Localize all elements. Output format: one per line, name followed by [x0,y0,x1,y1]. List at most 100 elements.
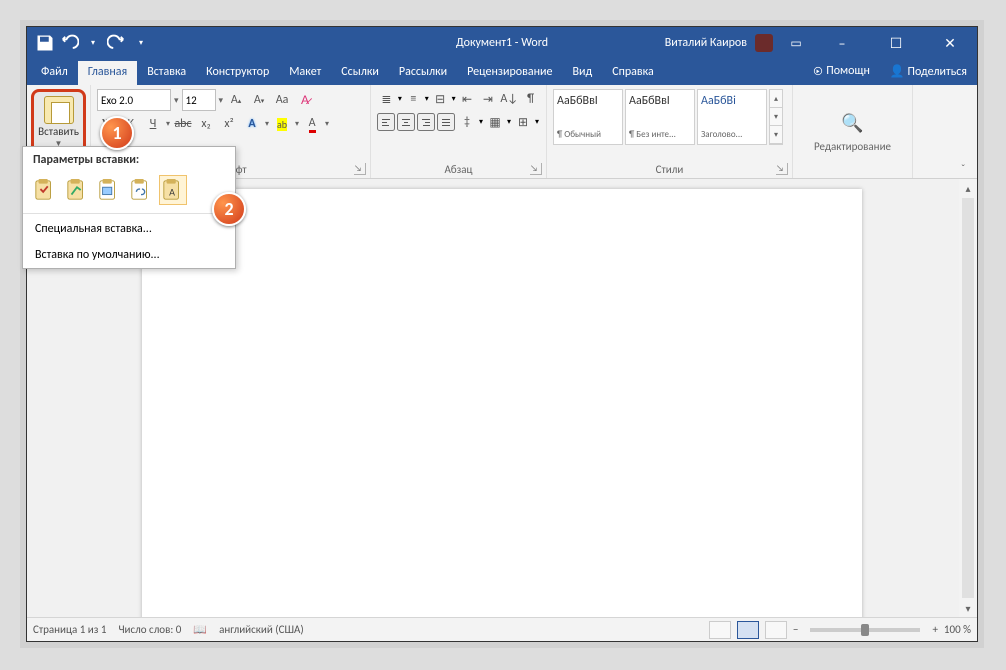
clear-format-button[interactable]: A̷ [295,90,315,110]
zoom-thumb[interactable] [861,624,869,636]
shading-button[interactable]: ▦ [485,112,505,132]
style-no-spacing[interactable]: АаБбВвІ ¶ Без инте... [625,89,695,145]
spellcheck-icon[interactable]: 📖 [193,623,207,636]
tab-references[interactable]: Ссылки [331,61,389,85]
read-mode-button[interactable] [709,621,731,639]
tab-design[interactable]: Конструктор [196,61,279,85]
tab-insert[interactable]: Вставка [137,61,196,85]
paste-merge-format-icon[interactable] [63,175,91,205]
tab-file[interactable]: Файл [31,61,78,85]
paragraph-group-label: Абзац [377,163,540,176]
styles-dialog-launcher[interactable]: ↘ [776,163,788,175]
font-size-input[interactable] [182,89,216,111]
editing-group-label: Редактирование [814,140,891,153]
font-dropdown-icon[interactable]: ▾ [174,95,179,106]
ribbon-tabs: Файл Главная Вставка Конструктор Макет С… [27,59,977,85]
zoom-slider[interactable] [810,628,920,632]
size-dropdown-icon[interactable]: ▾ [219,95,224,106]
paste-options-header: Параметры вставки: [23,147,235,173]
word-count[interactable]: Число слов: 0 [118,623,181,636]
web-layout-button[interactable] [765,621,787,639]
superscript-button[interactable]: x² [219,114,239,134]
scroll-down-icon[interactable]: ▾ [959,599,977,617]
text-effects-button[interactable]: A [242,114,262,134]
share-button[interactable]: 👤 Поделиться [880,60,977,85]
multilevel-button[interactable]: ⊟ [431,89,450,109]
close-button[interactable]: ✕ [927,27,973,59]
paste-text-only-icon[interactable]: A [159,175,187,205]
minimize-button[interactable]: – [819,27,865,59]
paste-options-panel: Параметры вставки: A Специальная вставка… [22,146,236,269]
clipboard-icon [44,96,74,124]
style-normal[interactable]: АаБбВвІ ¶ Обычный [553,89,623,145]
line-spacing-button[interactable]: ‡ [457,112,477,132]
collapse-ribbon-icon[interactable]: ˇ [961,162,975,176]
paste-link-icon[interactable] [127,175,155,205]
align-right-button[interactable] [417,113,435,131]
underline-button[interactable]: Ч [143,114,163,134]
tab-review[interactable]: Рецензирование [457,61,562,85]
qat-customize-icon[interactable]: ▾ [131,33,151,53]
font-name-input[interactable] [97,89,171,111]
align-left-button[interactable] [377,113,395,131]
paste-picture-icon[interactable] [95,175,123,205]
zoom-level[interactable]: 100 % [944,623,971,636]
page-status[interactable]: Страница 1 из 1 [33,623,106,636]
tab-mailings[interactable]: Рассылки [389,61,457,85]
user-area: Виталий Каиров ▭ – ☐ ✕ [665,27,977,59]
quick-access-toolbar: ▾ ▾ [27,33,159,53]
decrease-indent-button[interactable]: ⇤ [458,89,477,109]
font-color-button[interactable]: A [302,114,322,134]
style-heading[interactable]: АаБбВі Заголово... [697,89,767,145]
font-dialog-launcher[interactable]: ↘ [354,163,366,175]
align-center-button[interactable] [397,113,415,131]
callout-marker-1: 1 [100,116,134,150]
undo-dropdown-icon[interactable]: ▾ [83,33,103,53]
user-avatar[interactable] [755,34,773,52]
maximize-button[interactable]: ☐ [873,27,919,59]
zoom-out-button[interactable]: − [793,623,798,636]
tell-me[interactable]: Помощн [802,60,880,85]
find-icon[interactable]: 🔍 [841,112,863,134]
change-case-button[interactable]: Aa [272,90,292,110]
paste-keep-source-icon[interactable] [31,175,59,205]
tab-home[interactable]: Главная [78,61,137,85]
shrink-font-button[interactable]: A▾ [249,90,269,110]
user-name[interactable]: Виталий Каиров [665,36,747,50]
app-window: ▾ ▾ Документ1 - Word Виталий Каиров ▭ – … [26,26,978,642]
subscript-button[interactable]: x₂ [196,114,216,134]
paste-options-row: A [23,173,235,211]
status-bar: Страница 1 из 1 Число слов: 0 📖 английск… [27,617,977,641]
justify-button[interactable] [437,113,455,131]
grow-font-button[interactable]: A▴ [226,90,246,110]
tab-layout[interactable]: Макет [279,61,331,85]
strike-button[interactable]: abc [173,114,193,134]
increase-indent-button[interactable]: ⇥ [478,89,497,109]
borders-button[interactable]: ⊞ [513,112,533,132]
ribbon-options-icon[interactable]: ▭ [781,36,811,51]
numbering-button[interactable]: ≡ [404,89,423,109]
highlight-button[interactable]: ab [272,114,292,134]
document-page[interactable] [142,189,862,617]
tab-help[interactable]: Справка [602,61,664,85]
paste-label: Вставить [38,125,79,138]
tab-view[interactable]: Вид [562,61,602,85]
scroll-thumb[interactable] [962,198,974,598]
print-layout-button[interactable] [737,621,759,639]
paragraph-dialog-launcher[interactable]: ↘ [530,163,542,175]
sort-button[interactable]: A↓ [499,89,519,109]
styles-gallery-scroll[interactable]: ▴▾▾ [769,89,783,145]
save-icon[interactable] [35,33,55,53]
redo-icon[interactable] [107,33,127,53]
bullets-button[interactable]: ≣ [377,89,396,109]
paste-special-item[interactable]: Специальная вставка... [23,216,235,242]
undo-icon[interactable] [59,33,79,53]
zoom-in-button[interactable]: + [932,623,937,636]
show-marks-button[interactable]: ¶ [521,89,540,109]
paste-default-item[interactable]: Вставка по умолчанию... [23,242,235,268]
vertical-scrollbar[interactable]: ▴ ▾ [959,179,977,617]
styles-group-label: Стили [553,163,786,176]
scroll-up-icon[interactable]: ▴ [959,179,977,197]
callout-marker-2: 2 [212,192,246,226]
language-status[interactable]: английский (США) [219,623,304,636]
